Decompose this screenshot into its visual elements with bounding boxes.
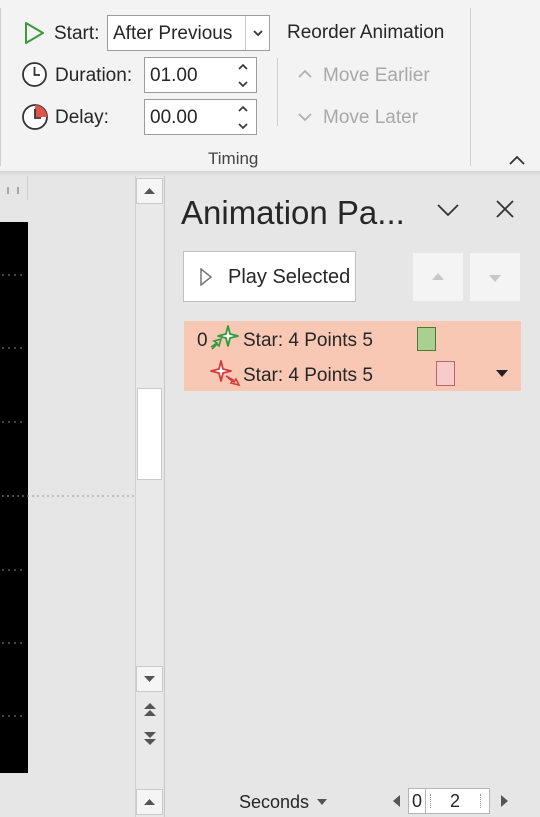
vertical-ruler bbox=[0, 176, 28, 200]
move-up-button[interactable] bbox=[413, 253, 463, 301]
clock-icon bbox=[22, 62, 47, 87]
pane-title: Animation Pa... bbox=[181, 194, 405, 231]
reorder-animation-title: Reorder Animation bbox=[287, 22, 445, 43]
duration-value: 01.00 bbox=[150, 65, 198, 86]
chevron-down-icon[interactable] bbox=[435, 200, 461, 220]
play-selected-button[interactable]: Play Selected bbox=[183, 251, 356, 302]
seconds-dropdown[interactable]: Seconds bbox=[235, 788, 335, 814]
play-triangle-icon bbox=[25, 22, 44, 44]
item-menu-arrow-icon[interactable] bbox=[495, 367, 509, 379]
animation-item[interactable]: 0 Star: 4 Points 5 bbox=[184, 321, 521, 357]
play-icon bbox=[200, 268, 213, 286]
triangle-down-icon bbox=[317, 799, 327, 805]
spin-up-icon[interactable] bbox=[234, 59, 252, 75]
exit-star-icon bbox=[210, 360, 241, 387]
delay-value: 00.00 bbox=[150, 107, 198, 128]
triangle-up-icon bbox=[144, 188, 155, 194]
delay-label: Delay: bbox=[55, 107, 109, 128]
timeline-bar: Seconds 0 2 bbox=[165, 784, 540, 817]
start-dropdown-arrow[interactable] bbox=[245, 16, 269, 50]
duration-label: Duration: bbox=[55, 65, 133, 86]
animation-item-name: Star: 4 Points 5 bbox=[243, 365, 373, 386]
animation-pane: Animation Pa... Play Selected 0 Star: 4 … bbox=[165, 176, 540, 817]
duration-spinner[interactable]: 01.00 bbox=[144, 57, 257, 93]
ruler-tick bbox=[480, 794, 481, 808]
spin-up-icon[interactable] bbox=[234, 101, 252, 117]
ribbon-separator bbox=[277, 58, 278, 126]
spin-down-icon[interactable] bbox=[234, 76, 252, 92]
animation-item-index: 0 bbox=[197, 330, 208, 351]
triangle-right-icon[interactable] bbox=[499, 793, 511, 809]
start-label: Start: bbox=[54, 23, 100, 44]
timeline-tick-next: 2 bbox=[450, 791, 461, 811]
delay-spinner[interactable]: 00.00 bbox=[144, 99, 257, 135]
next-slide-icon[interactable] bbox=[140, 728, 160, 748]
entrance-star-icon bbox=[210, 325, 239, 350]
notes-scroll-up-button[interactable] bbox=[136, 789, 163, 815]
ruler-tick bbox=[430, 794, 431, 808]
chevron-down-icon bbox=[253, 30, 263, 37]
gridline-guides bbox=[2, 274, 134, 717]
start-dropdown-value: After Previous bbox=[113, 23, 233, 44]
animation-item-name: Star: 4 Points 5 bbox=[243, 330, 373, 351]
triangle-down-icon bbox=[489, 275, 501, 282]
triangle-down-icon bbox=[144, 676, 155, 682]
timeline-tick-start: 0 bbox=[408, 788, 426, 814]
previous-slide-icon[interactable] bbox=[140, 700, 160, 720]
ribbon-group-separator bbox=[470, 8, 471, 166]
close-icon[interactable] bbox=[494, 198, 516, 220]
scroll-up-button[interactable] bbox=[136, 178, 163, 204]
triangle-up-icon bbox=[144, 799, 155, 805]
collapse-ribbon-icon[interactable] bbox=[506, 152, 528, 168]
animation-list: 0 Star: 4 Points 5 Star: 4 Points 5 bbox=[184, 321, 521, 391]
chevron-up-icon bbox=[298, 69, 312, 78]
timeline-bar-entrance[interactable] bbox=[417, 327, 436, 351]
move-down-button[interactable] bbox=[470, 253, 520, 301]
scroll-down-button[interactable] bbox=[136, 666, 163, 692]
play-selected-label: Play Selected bbox=[228, 266, 351, 288]
timeline-bar-exit[interactable] bbox=[436, 361, 455, 386]
move-later-label: Move Later bbox=[323, 107, 419, 128]
chevron-down-icon bbox=[298, 113, 312, 122]
spin-down-icon[interactable] bbox=[234, 118, 252, 134]
timeline-ruler: 2 bbox=[426, 788, 490, 814]
ribbon-left-edge bbox=[0, 8, 1, 166]
move-later-button[interactable]: Move Later bbox=[293, 104, 453, 132]
start-dropdown[interactable]: After Previous bbox=[107, 15, 270, 51]
vertical-scrollbar[interactable] bbox=[135, 176, 163, 817]
triangle-left-icon[interactable] bbox=[390, 793, 402, 809]
animation-item[interactable]: Star: 4 Points 5 bbox=[184, 357, 521, 391]
seconds-label: Seconds bbox=[239, 792, 310, 812]
triangle-up-icon bbox=[432, 273, 444, 280]
move-earlier-button[interactable]: Move Earlier bbox=[293, 62, 453, 90]
ribbon: Start: After Previous Duration: 01.00 De… bbox=[0, 0, 540, 172]
delay-clock-icon bbox=[22, 104, 48, 130]
timing-group-label: Timing bbox=[208, 149, 259, 168]
scroll-thumb[interactable] bbox=[137, 388, 162, 480]
move-earlier-label: Move Earlier bbox=[323, 65, 430, 86]
